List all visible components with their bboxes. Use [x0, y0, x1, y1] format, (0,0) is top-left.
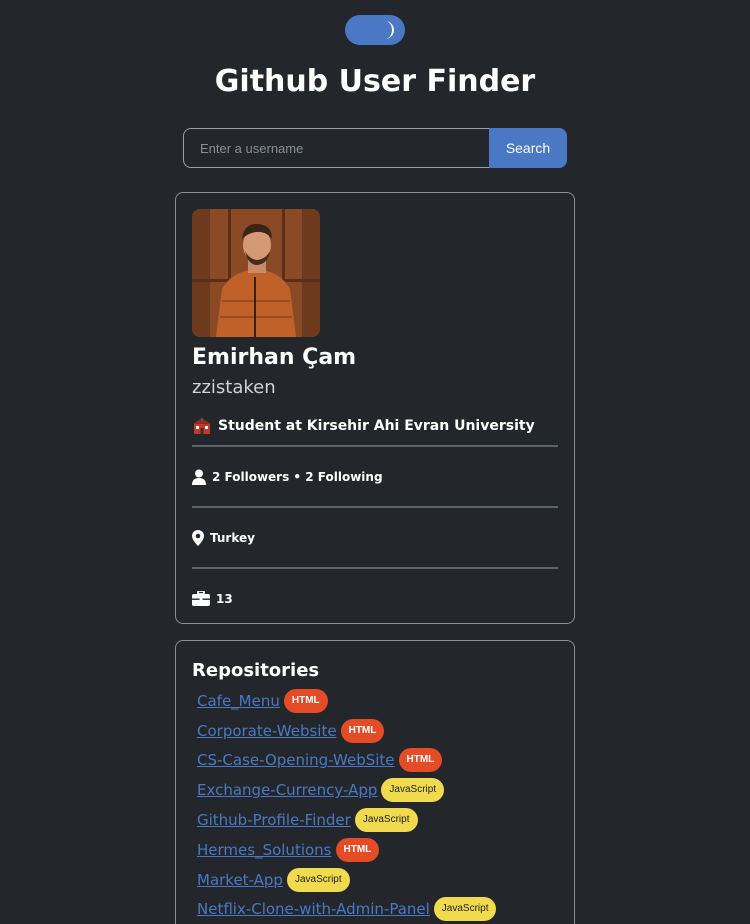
repo-link[interactable]: Github-Profile-Finder [197, 811, 351, 829]
briefcase-icon [192, 591, 210, 606]
language-badge: JavaScript [286, 867, 350, 892]
repo-link[interactable]: Netflix-Clone-with-Admin-Panel [197, 900, 430, 918]
repositories-card: Repositories Cafe_Menu HTML Corporate-We… [175, 640, 575, 924]
followers-text: 2 Followers • 2 Following [212, 470, 383, 484]
search-input[interactable] [183, 128, 489, 168]
profile-login: zzistaken [192, 377, 276, 398]
repository-list: Cafe_Menu HTML Corporate-Website HTML CS… [197, 686, 497, 924]
list-item: Cafe_Menu HTML [197, 686, 496, 716]
list-item: CS-Case-Opening-WebSite HTML [197, 746, 496, 776]
profile-card: Emirhan Çam zzistaken Student at Kirsehi… [175, 192, 575, 624]
profile-name: Emirhan Çam [192, 345, 357, 370]
repo-link[interactable]: Hermes_Solutions [197, 841, 332, 859]
list-item: Hermes_Solutions HTML [197, 835, 496, 865]
search-button[interactable]: Search [489, 128, 567, 168]
location-text: Turkey [210, 531, 255, 545]
location-row: Turkey [192, 530, 255, 546]
followers-row: 2 Followers • 2 Following [192, 469, 383, 485]
language-badge: JavaScript [433, 897, 497, 922]
theme-toggle[interactable] [345, 15, 405, 45]
repo-link[interactable]: Exchange-Currency-App [197, 781, 377, 799]
language-badge: HTML [340, 718, 385, 743]
list-item: Github-Profile-Finder JavaScript [197, 805, 496, 835]
moon-icon [385, 21, 394, 39]
avatar [192, 209, 320, 337]
repo-link[interactable]: Corporate-Website [197, 722, 337, 740]
profile-bio: Student at Kirsehir Ahi Evran University [192, 417, 535, 435]
language-badge: HTML [283, 688, 328, 713]
repositories-heading: Repositories [192, 660, 320, 681]
list-item: Corporate-Website HTML [197, 716, 496, 746]
divider [192, 506, 558, 508]
language-badge: JavaScript [354, 808, 418, 833]
list-item: Netflix-Clone-with-Admin-Panel JavaScrip… [197, 895, 497, 924]
language-badge: HTML [335, 837, 380, 862]
repos-count-row: 13 [192, 591, 233, 606]
page-title: Github User Finder [214, 64, 536, 99]
language-badge: JavaScript [381, 778, 445, 803]
repos-count: 13 [216, 591, 233, 606]
divider [192, 567, 558, 569]
search-bar: Search [183, 128, 567, 168]
repo-link[interactable]: Cafe_Menu [197, 692, 280, 710]
location-pin-icon [192, 530, 204, 546]
repo-link[interactable]: CS-Case-Opening-WebSite [197, 751, 395, 769]
school-icon [193, 418, 211, 434]
bio-text: Student at Kirsehir Ahi Evran University [218, 418, 535, 434]
divider [192, 445, 558, 447]
user-icon [192, 469, 206, 485]
list-item: Exchange-Currency-App JavaScript [197, 775, 496, 805]
language-badge: HTML [398, 748, 443, 773]
repo-link[interactable]: Market-App [197, 871, 283, 889]
list-item: Market-App JavaScript [197, 865, 496, 895]
